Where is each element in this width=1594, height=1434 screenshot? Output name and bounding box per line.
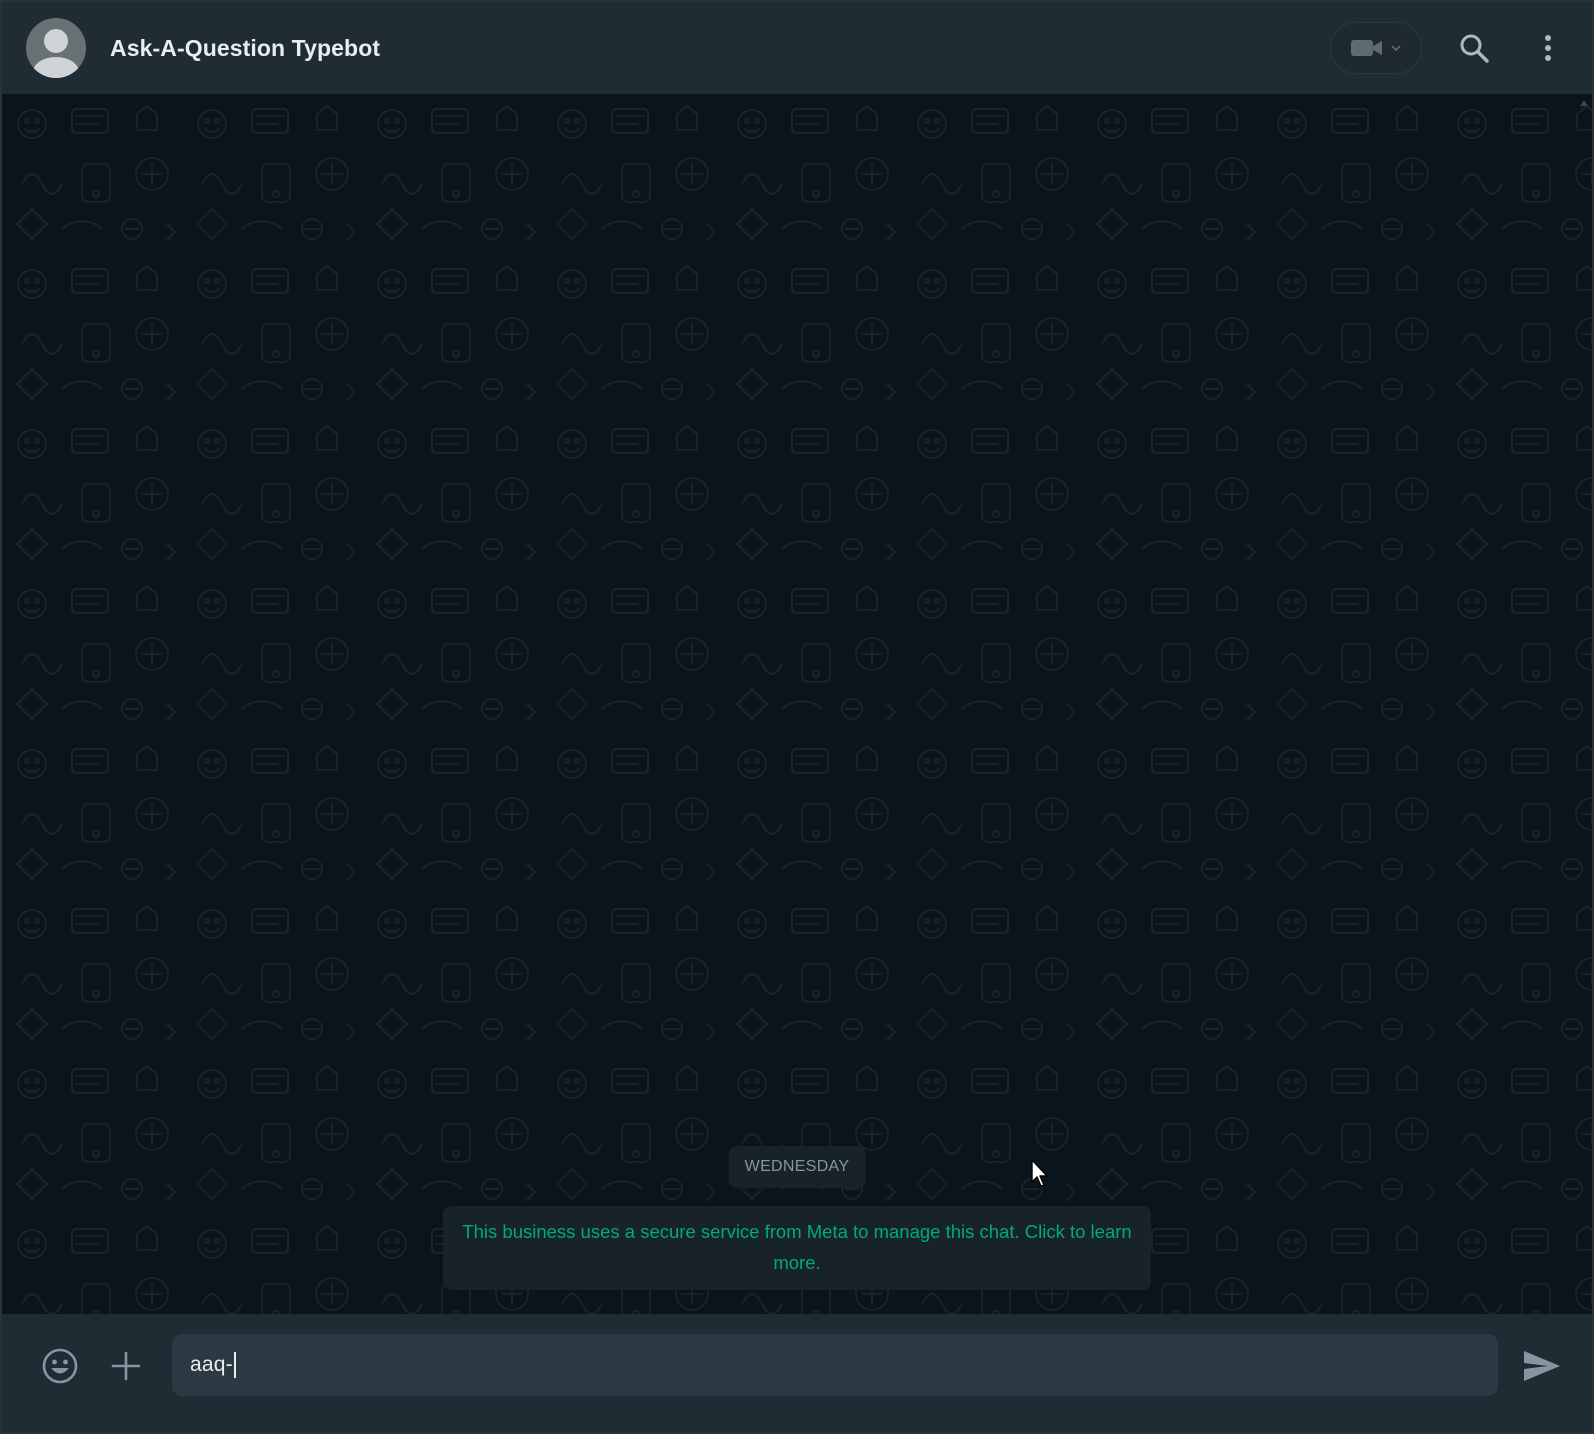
scroll-up-arrow[interactable] [1580,100,1588,106]
chat-window: Ask-A-Question Typebot WEDNESDAY This bu… [0,0,1594,1434]
date-divider: WEDNESDAY [728,1146,866,1188]
send-icon [1524,1351,1560,1381]
search-button[interactable] [1454,28,1494,68]
contact-avatar[interactable] [26,18,86,78]
plus-icon [111,1351,141,1381]
header-actions [1330,22,1568,74]
attach-button[interactable] [106,1346,146,1386]
more-vertical-icon [1545,35,1551,61]
encryption-notice[interactable]: This business uses a secure service from… [443,1206,1151,1290]
message-input[interactable]: aaq- [172,1334,1498,1396]
emoji-icon [42,1348,78,1384]
message-input-text: aaq- [190,1353,233,1376]
send-button[interactable] [1520,1344,1564,1388]
video-call-button[interactable] [1330,22,1422,74]
chat-header: Ask-A-Question Typebot [2,2,1592,94]
compose-bar: aaq- [2,1314,1592,1432]
chevron-down-icon [1391,45,1401,52]
message-list[interactable]: WEDNESDAY This business uses a secure se… [2,94,1592,1334]
contact-name[interactable]: Ask-A-Question Typebot [110,35,380,62]
video-camera-icon [1351,40,1382,56]
text-caret [233,1352,236,1378]
search-icon [1460,34,1489,63]
emoji-button[interactable] [40,1346,80,1386]
menu-button[interactable] [1528,28,1568,68]
default-avatar-icon [44,29,68,53]
avatar-body-shape [33,57,79,78]
